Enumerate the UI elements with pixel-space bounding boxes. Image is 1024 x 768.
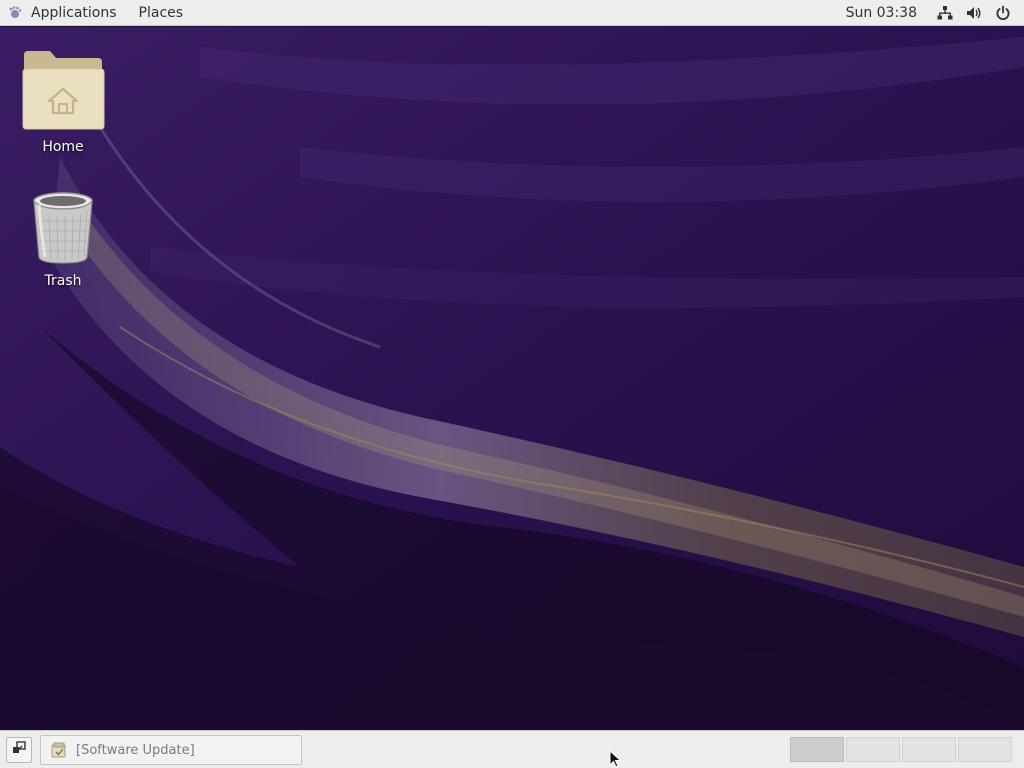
folder-home-icon [20, 49, 106, 135]
applications-menu[interactable]: Applications [0, 0, 128, 26]
volume-icon[interactable] [966, 5, 982, 21]
show-desktop-button[interactable] [6, 737, 32, 763]
top-panel: Applications Places Sun 03:38 [0, 0, 1024, 26]
software-update-icon [50, 741, 68, 759]
bottom-panel: [Software Update] [0, 730, 1024, 768]
wallpaper [0, 27, 1024, 730]
network-icon[interactable] [937, 5, 953, 21]
applications-label: Applications [31, 4, 117, 21]
workspace-2[interactable] [846, 737, 900, 762]
places-menu[interactable]: Places [128, 0, 195, 26]
trash-icon [31, 191, 95, 269]
mouse-cursor-icon [609, 750, 622, 768]
gnome-foot-icon [7, 5, 23, 21]
desktop[interactable]: Home Trash [0, 27, 1024, 730]
top-menu: Applications Places [0, 0, 194, 26]
desktop-icon-label: Home [42, 139, 84, 155]
workspace-3[interactable] [902, 737, 956, 762]
clock[interactable]: Sun 03:38 [846, 5, 917, 21]
workspace-4[interactable] [958, 737, 1012, 762]
desktop-icon-home[interactable]: Home [15, 49, 111, 155]
workspace-1[interactable] [790, 737, 844, 762]
taskbar-button-software-update[interactable]: [Software Update] [40, 735, 302, 765]
desktop-icon-trash[interactable]: Trash [15, 191, 111, 289]
show-desktop-icon [12, 741, 26, 759]
system-tray: Sun 03:38 [846, 0, 1024, 26]
workspace-switcher [790, 737, 1012, 762]
power-icon[interactable] [995, 5, 1011, 21]
places-label: Places [138, 4, 184, 21]
taskbar-button-label: [Software Update] [76, 742, 195, 758]
desktop-icon-label: Trash [44, 273, 82, 289]
